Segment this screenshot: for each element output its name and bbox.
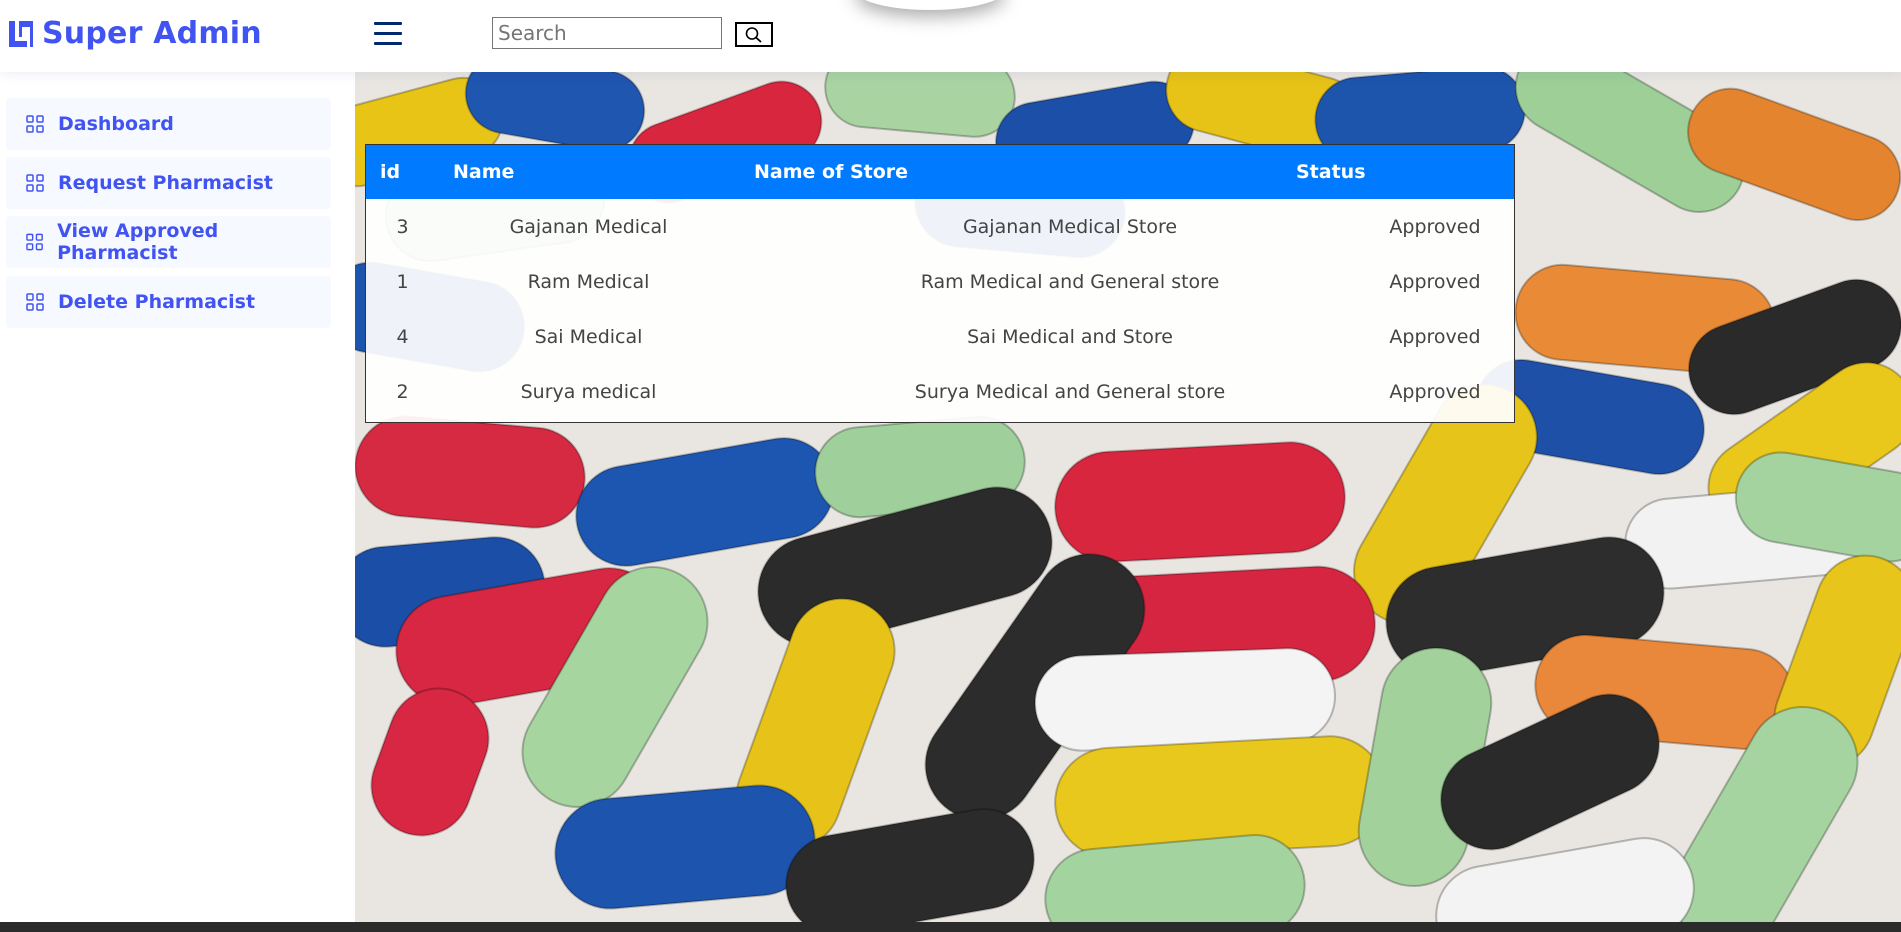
cell-store: Ram Medical and General store [920,270,1220,293]
sidebar: Dashboard Request Pharmacist View Approv… [0,72,355,922]
grid-icon [26,293,44,311]
table-row: 2 Surya medical Surya Medical and Genera… [366,364,1514,419]
cell-store: Surya Medical and General store [914,380,1226,403]
bottom-taskbar [0,922,1901,932]
cell-id: 1 [396,270,409,293]
sidebar-item-delete-pharmacist[interactable]: Delete Pharmacist [6,276,331,328]
search-icon [745,26,762,43]
brand-name: Super Admin [42,16,262,51]
cell-name: Surya medical [520,380,657,403]
sidebar-item-view-approved-pharmacist[interactable]: View Approved Pharmacist [6,216,331,268]
sidebar-item-label: Request Pharmacist [58,172,273,194]
column-header-id: id [380,161,401,183]
cell-id: 3 [396,215,409,238]
cell-name: Sai Medical [534,325,643,348]
cell-id: 4 [396,325,409,348]
cell-id: 2 [396,380,409,403]
sidebar-item-label: Delete Pharmacist [58,291,256,313]
cell-status: Approved [1389,215,1481,238]
grid-icon [26,233,43,251]
brand-logo[interactable]: Super Admin [6,16,262,51]
main-content: id Name Name of Store Status 3 Gajanan M… [355,72,1901,922]
table-row: 1 Ram Medical Ram Medical and General st… [366,254,1514,309]
hamburger-icon[interactable] [374,22,402,48]
cell-store: Sai Medical and Store [967,325,1173,348]
grid-icon [26,115,44,133]
search-input[interactable] [492,17,722,49]
column-header-name: Name [453,161,515,183]
cell-name: Gajanan Medical [509,215,668,238]
cell-store: Gajanan Medical Store [962,215,1178,238]
table-row: 3 Gajanan Medical Gajanan Medical Store … [366,199,1514,254]
cell-status: Approved [1389,380,1481,403]
sidebar-item-dashboard[interactable]: Dashboard [6,98,331,150]
logo-icon [9,20,33,47]
column-header-store: Name of Store [754,161,909,183]
column-header-status: Status [1296,161,1366,183]
cell-name: Ram Medical [527,270,650,293]
approved-pharmacist-table: id Name Name of Store Status 3 Gajanan M… [365,144,1515,423]
search-button[interactable] [735,22,773,47]
decorative-shadow [855,0,1005,10]
sidebar-item-label: View Approved Pharmacist [57,220,219,264]
sidebar-item-label: Dashboard [58,113,174,135]
grid-icon [26,174,44,192]
top-header: Super Admin [0,0,1901,72]
cell-status: Approved [1389,325,1481,348]
table-row: 4 Sai Medical Sai Medical and Store Appr… [366,309,1514,364]
cell-status: Approved [1389,270,1481,293]
sidebar-item-request-pharmacist[interactable]: Request Pharmacist [6,157,331,209]
table-header-row: id Name Name of Store Status [366,145,1514,199]
